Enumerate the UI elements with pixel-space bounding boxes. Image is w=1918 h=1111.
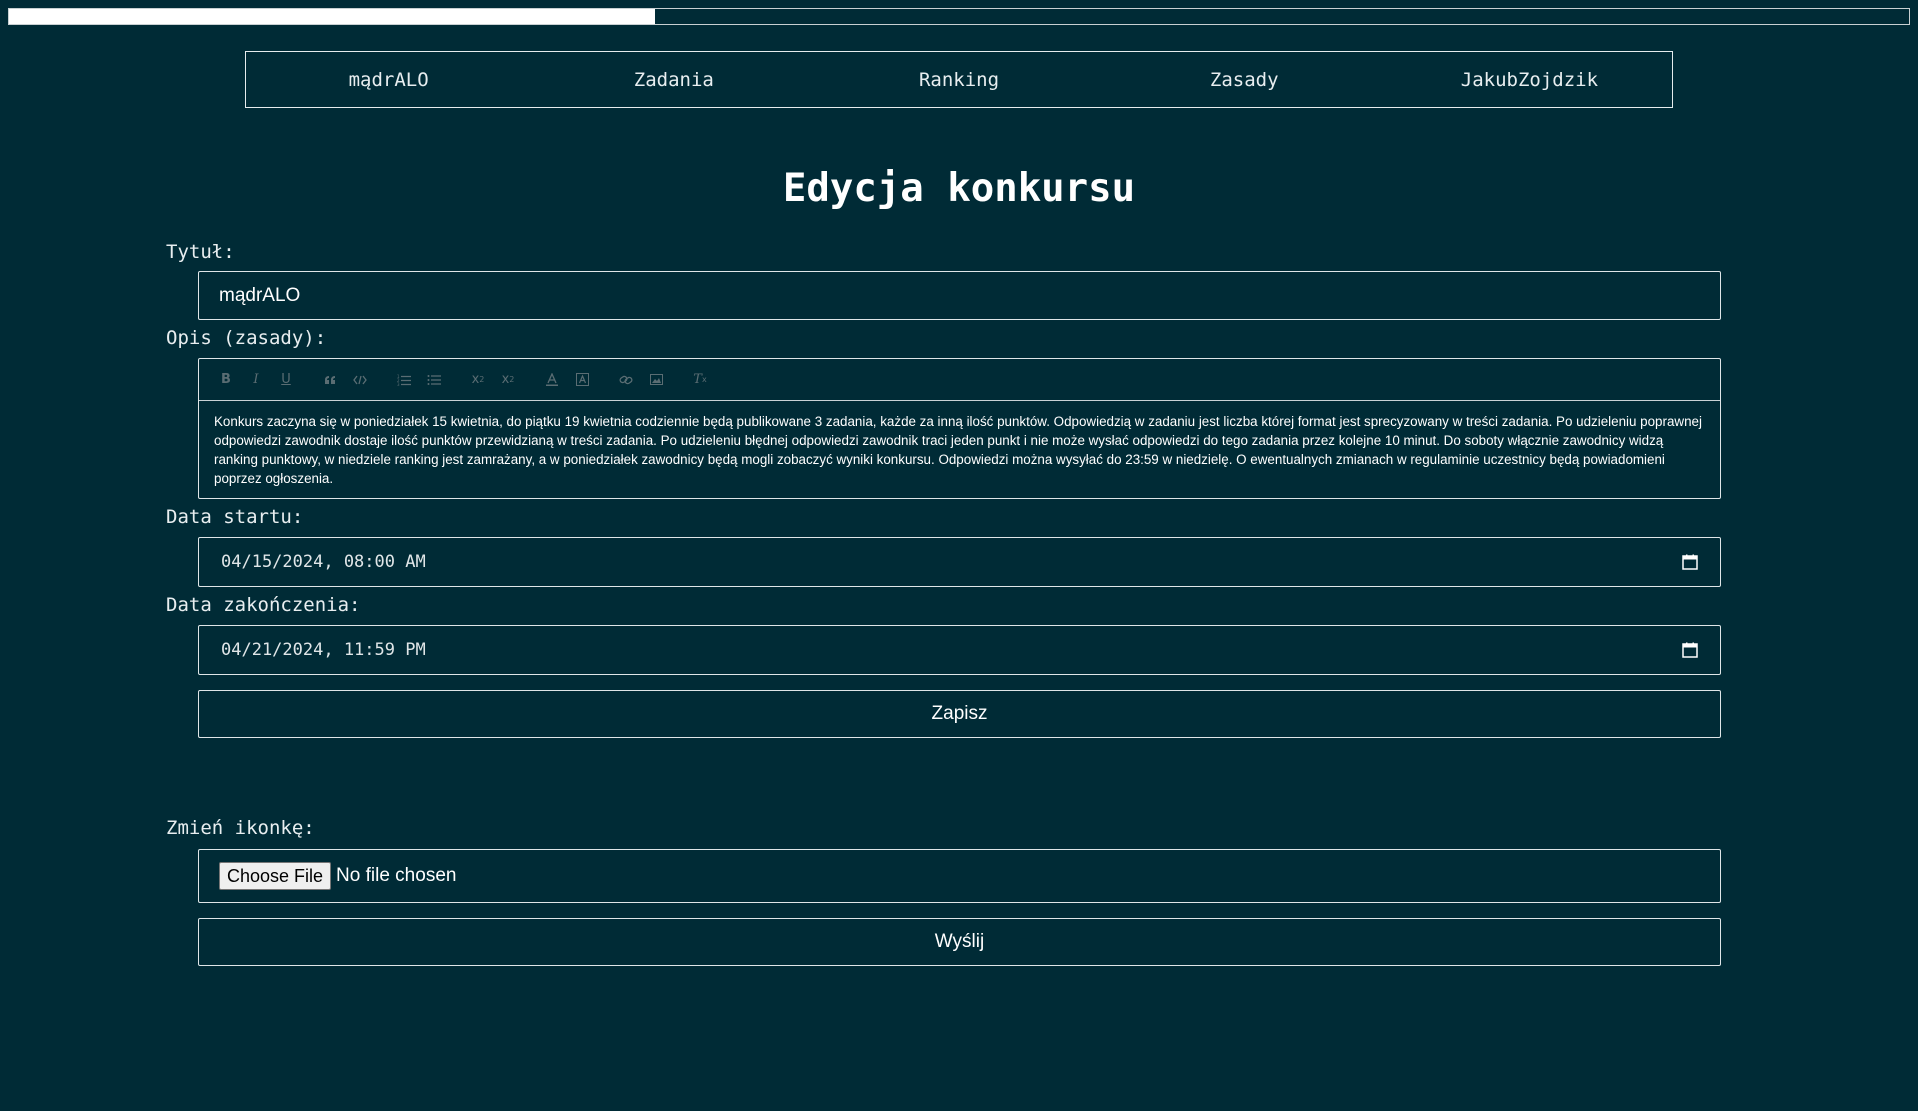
start-date-label: Data startu: xyxy=(166,506,304,528)
title-input-value: mądrALO xyxy=(219,284,301,306)
description-label: Opis (zasady): xyxy=(166,327,327,349)
text-color-icon[interactable] xyxy=(537,368,567,392)
underline-icon[interactable]: U xyxy=(271,368,301,392)
nav-item-tasks[interactable]: Zadania xyxy=(531,69,816,91)
file-status: No file chosen xyxy=(336,865,457,886)
title-input[interactable]: mądrALO xyxy=(198,271,1721,320)
bullet-list-icon[interactable] xyxy=(419,368,449,392)
calendar-icon[interactable] xyxy=(1682,642,1698,658)
start-date-input[interactable]: 04/15/2024, 08:00 AM xyxy=(198,537,1721,587)
choose-file-button[interactable]: Choose File xyxy=(219,862,332,890)
start-date-value: 04/15/2024, 08:00 AM xyxy=(221,552,426,572)
svg-text:3: 3 xyxy=(397,382,400,386)
end-date-label: Data zakończenia: xyxy=(166,594,361,616)
nav-item-rules[interactable]: Zasady xyxy=(1102,69,1387,91)
subscript-icon[interactable]: x2 xyxy=(463,368,493,392)
superscript-icon[interactable]: x2 xyxy=(493,368,523,392)
rich-text-editor: B I U 123 x2 x2 Tx Konkurs zaczyna się w xyxy=(198,358,1721,499)
navbar: mądrALO Zadania Ranking Zasady JakubZojd… xyxy=(245,51,1673,108)
progress-bar-fill xyxy=(9,9,655,24)
nav-item-ranking[interactable]: Ranking xyxy=(816,69,1101,91)
nav-item-home[interactable]: mądrALO xyxy=(246,69,531,91)
nav-item-user[interactable]: JakubZojdzik xyxy=(1387,69,1672,91)
send-button[interactable]: Wyślij xyxy=(198,918,1721,966)
end-date-input[interactable]: 04/21/2024, 11:59 PM xyxy=(198,625,1721,675)
change-icon-label: Zmień ikonkę: xyxy=(166,817,315,839)
file-input: Choose File No file chosen xyxy=(198,849,1721,903)
clear-format-icon[interactable]: Tx xyxy=(685,368,715,392)
progress-bar xyxy=(8,8,1910,25)
end-date-value: 04/21/2024, 11:59 PM xyxy=(221,640,426,660)
code-block-icon[interactable] xyxy=(345,368,375,392)
blockquote-icon[interactable] xyxy=(315,368,345,392)
calendar-icon[interactable] xyxy=(1682,554,1698,570)
italic-icon[interactable]: I xyxy=(241,368,271,392)
bold-icon[interactable]: B xyxy=(211,368,241,392)
link-icon[interactable] xyxy=(611,368,641,392)
save-button[interactable]: Zapisz xyxy=(198,690,1721,738)
ordered-list-icon[interactable]: 123 xyxy=(389,368,419,392)
page-title: Edycja konkursu xyxy=(782,166,1136,211)
editor-toolbar: B I U 123 x2 x2 Tx xyxy=(199,359,1720,401)
title-label: Tytuł: xyxy=(166,241,235,263)
editor-content[interactable]: Konkurs zaczyna się w poniedziałek 15 kw… xyxy=(199,401,1720,488)
background-color-icon[interactable] xyxy=(567,368,597,392)
image-icon[interactable] xyxy=(641,368,671,392)
